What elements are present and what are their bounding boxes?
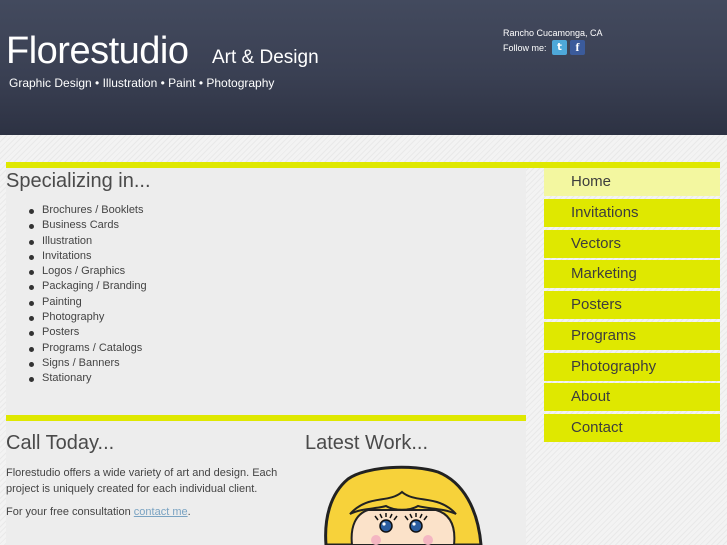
follow-label: Follow me: [503,43,547,53]
consultation-prefix: For your free consultation [6,506,134,518]
services-list: Brochures / Booklets Business Cards Illu… [29,203,147,387]
nav-item-invitations[interactable]: Invitations [544,198,720,227]
nav-item-programs[interactable]: Programs [544,321,720,350]
main-navigation: Home Invitations Vectors Marketing Poste… [544,168,720,445]
nav-item-about[interactable]: About [544,383,720,412]
latest-work-illustration[interactable] [318,464,488,545]
list-item: Logos / Graphics [29,264,147,279]
location-text: Rancho Cucamonga, CA [503,28,603,38]
latest-work-heading: Latest Work... [305,432,429,454]
consultation-text: For your free consultation contact me. [6,506,291,518]
list-item: Business Cards [29,218,147,233]
list-item: Stationary [29,371,147,386]
nav-item-home[interactable]: Home [544,168,720,196]
nav-item-vectors[interactable]: Vectors [544,229,720,258]
specializing-heading: Specializing in... [6,170,151,192]
call-description: Florestudio offers a wide variety of art… [6,467,278,495]
list-item: Painting [29,295,147,310]
list-item: Invitations [29,249,147,264]
nav-item-photography[interactable]: Photography [544,352,720,381]
list-item: Brochures / Booklets [29,203,147,218]
list-item: Signs / Banners [29,356,147,371]
site-header: Florestudio Art & Design Graphic Design … [0,0,727,135]
facebook-icon[interactable]: f [570,40,585,55]
list-item: Photography [29,310,147,325]
list-item: Packaging / Branding [29,279,147,294]
nav-item-contact[interactable]: Contact [544,414,720,442]
twitter-icon[interactable]: t [552,40,567,55]
list-item: Programs / Catalogs [29,341,147,356]
list-item: Illustration [29,234,147,249]
list-item: Posters [29,325,147,340]
call-heading: Call Today... [6,432,115,454]
contact-me-link[interactable]: contact me [134,506,188,518]
site-logo[interactable]: Florestudio [6,30,189,73]
site-logo-subtitle: Art & Design [212,47,319,68]
site-tagline: Graphic Design • Illustration • Paint • … [9,76,275,90]
consultation-suffix: . [187,506,191,518]
nav-item-posters[interactable]: Posters [544,291,720,319]
nav-item-marketing[interactable]: Marketing [544,260,720,289]
